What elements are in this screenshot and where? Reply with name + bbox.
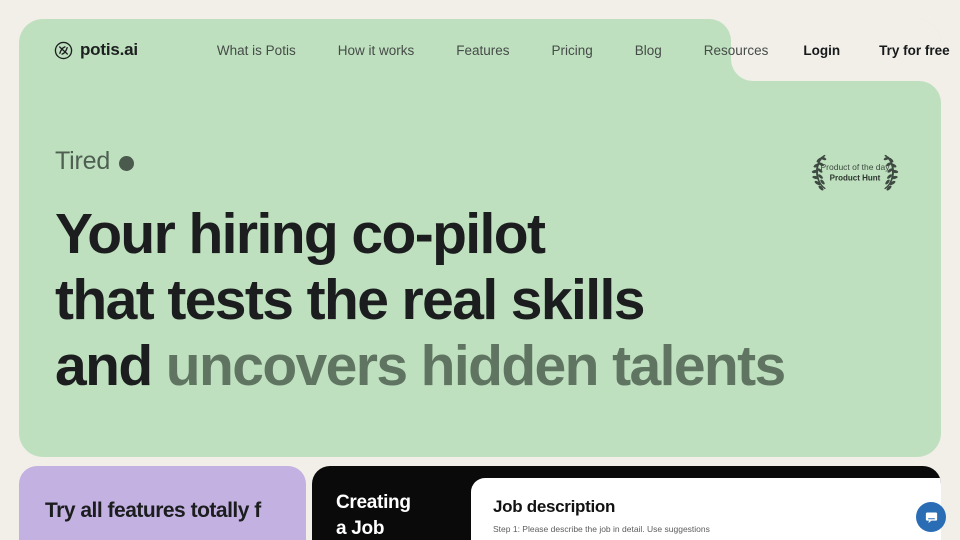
chat-bubble-icon bbox=[925, 512, 937, 523]
login-button[interactable]: Login bbox=[789, 37, 854, 64]
nav-item-pricing[interactable]: Pricing bbox=[531, 37, 614, 64]
chat-widget-button[interactable] bbox=[916, 502, 946, 532]
badge-line-2: Product Hunt bbox=[830, 174, 881, 183]
product-hunt-badge: Product of the day Product Hunt bbox=[811, 154, 899, 191]
headline-line-2: that tests the real skills bbox=[55, 268, 645, 332]
nav-actions: Login Try for free bbox=[789, 37, 960, 64]
nav-item-blog[interactable]: Blog bbox=[614, 37, 683, 64]
panel-subheading: Step 1: Please describe the job in detai… bbox=[493, 524, 710, 534]
hero-panel: Tired Your hiring co-pilot that tests th… bbox=[19, 19, 950, 457]
badge-line-1: Product of the day bbox=[821, 162, 891, 172]
nav-item-resources[interactable]: Resources bbox=[683, 37, 790, 64]
demo-card: Creating a Job Job description Step 1: Pl… bbox=[312, 466, 941, 540]
try-for-free-button[interactable]: Try for free bbox=[865, 37, 960, 64]
nav-links: What is Potis How it works Features Pric… bbox=[196, 37, 789, 64]
headline-line-3-muted: uncovers hidden talents bbox=[165, 334, 786, 398]
headline-line-3-dark: and bbox=[55, 334, 166, 398]
job-description-panel: Job description Step 1: Please describe … bbox=[471, 478, 941, 540]
demo-card-title: Creating a Job bbox=[336, 492, 411, 539]
panel-heading: Job description bbox=[493, 497, 616, 516]
promo-card[interactable]: Try all features totally f bbox=[19, 466, 306, 540]
aperture-swirl-icon bbox=[54, 41, 73, 59]
notch-fillet-bottom bbox=[919, 81, 941, 103]
page-title: Your hiring co-pilot that tests the real… bbox=[55, 201, 786, 399]
main-navigation: potis.ai What is Potis How it works Feat… bbox=[19, 19, 950, 81]
nav-item-features[interactable]: Features bbox=[435, 37, 530, 64]
headline-line-1: Your hiring co-pilot bbox=[55, 202, 546, 266]
brand-name: potis.ai bbox=[80, 40, 138, 59]
nav-item-how-it-works[interactable]: How it works bbox=[317, 37, 436, 64]
filled-circle-icon bbox=[119, 156, 135, 171]
nav-item-what-is-potis[interactable]: What is Potis bbox=[196, 37, 317, 64]
hero-eyebrow: Tired bbox=[55, 147, 135, 176]
hero-eyebrow-text: Tired bbox=[55, 147, 111, 175]
promo-card-title: Try all features totally f bbox=[45, 499, 261, 522]
brand-logo[interactable]: potis.ai bbox=[54, 40, 138, 60]
